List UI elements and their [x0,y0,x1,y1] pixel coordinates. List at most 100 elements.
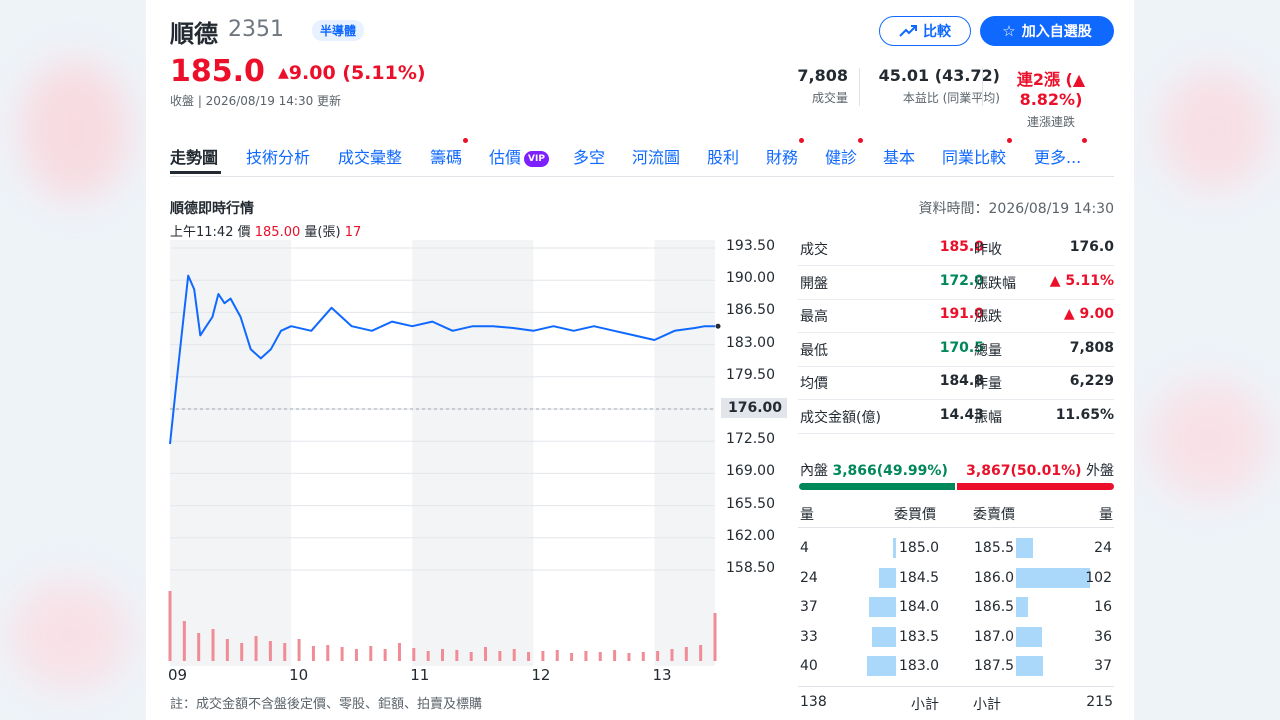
intraday-chart[interactable] [146,236,786,666]
ask-subtotal-qty: 215 [1086,694,1113,710]
volume-label: 成交量 [811,91,848,105]
divider [798,527,1114,528]
tab-health[interactable]: 健診 [825,138,864,168]
y-tick-label: 165.50 [726,495,775,512]
background-blob [1160,70,1270,190]
quote-value: 176.0 [1069,239,1114,255]
stock-code: 2351 [228,17,284,42]
tab-trade-summary[interactable]: 成交彙整 [338,144,402,168]
divider [859,68,860,106]
bid-depth-bar [872,626,896,647]
tab-label: 基本 [883,148,916,167]
bid-subtotal-qty: 138 [800,694,827,710]
background-blob [10,580,130,690]
sector-tag[interactable]: 半導體 [312,20,365,41]
divider [798,686,1114,687]
volume-bar [455,650,459,661]
tab-valuation[interactable]: 估價 VIP [489,144,549,168]
ask-price: 186.5 [974,599,1015,615]
tab-label: 估價 [489,148,522,167]
tab-long-short[interactable]: 多空 [573,144,605,168]
footnote: 註：成交金額不含盤後定價、零股、鉅額、拍賣及標購 [170,697,483,712]
tab-river-chart[interactable]: 河流圖 [632,144,680,168]
volume-bar [512,649,516,661]
quote-value: ▲ 9.00 [1063,306,1114,323]
volume-bar [211,629,215,661]
outer-volume-bar [957,483,1114,490]
outer-label: 外盤 [1086,463,1114,479]
bid-qty: 4 [800,540,809,556]
quote-label: 成交 [800,242,828,258]
tab-bar: 走勢圖 技術分析 成交彙整 籌碼 估價 VIP 多空 河流圖 股利 財務 健診 基… [170,138,1114,177]
x-tick-label: 12 [531,666,551,684]
order-book-row: 4 185.0 185.5 24 [798,538,1114,560]
last-price-dot [715,323,721,329]
bid-qty: 40 [800,658,818,674]
tab-peer-compare[interactable]: 同業比較 [942,138,1013,168]
ask-price-header: 委賣價 [973,507,1015,523]
quote-label: 漲跌 [974,309,1002,326]
ask-qty-header: 量 [1099,507,1113,523]
bid-price: 183.5 [899,628,940,645]
compare-label: 比較 [923,24,951,40]
section-title: 順德即時行情 [170,201,254,217]
hour-band [654,240,715,666]
quote-row: 最低 170.5 總量 7,808 [798,333,1114,367]
outer-volume: 3,867(50.01%) 外盤 [966,460,1114,480]
y-tick-label: 190.00 [726,270,775,287]
quote-label: 昨量 [974,376,1002,393]
tab-label: 同業比較 [942,148,1007,167]
streak-stat: 連2漲 (▲ 8.82%) 連漲連跌 [988,66,1114,130]
quote-row: 均價 184.8 昨量 6,229 [798,366,1114,401]
tab-chips[interactable]: 籌碼 [430,138,469,168]
volume-bar [197,633,201,661]
volume-bar [613,650,617,661]
order-book-row: 33 183.5 187.0 36 [798,626,1114,649]
star-icon: ☆ [1002,22,1016,40]
volume-bar [297,639,301,661]
tab-label: 財務 [766,148,799,167]
volume-bar [168,591,172,661]
notification-dot [1007,138,1013,143]
quote-value: 7,808 [1069,339,1114,356]
tab-financials[interactable]: 財務 [766,138,805,168]
volume-bar [469,652,473,661]
tab-label: 走勢圖 [170,148,219,167]
bid-price: 185.0 [899,540,940,556]
order-book-row: 40 183.0 187.5 37 [798,656,1114,678]
y-tick-label: 169.00 [726,463,775,480]
bid-price: 183.0 [899,658,940,674]
y-tick-label: 193.50 [726,238,775,254]
current-price: 185.0 [170,54,265,89]
quote-row: 成交 185.0 昨收 176.0 [798,232,1114,266]
bid-price: 184.5 [899,569,940,586]
ask-depth-bar [1016,626,1043,647]
add-watchlist-button[interactable]: ☆ 加入自選股 [980,16,1114,46]
tab-basic[interactable]: 基本 [883,144,915,168]
volume-bar [670,649,674,661]
compare-icon [899,25,917,37]
quote-row: 成交金額(億) 14.43 振幅 11.65% [798,400,1114,434]
inner-volume-bar [799,483,956,490]
hour-band [170,240,292,666]
tab-technical[interactable]: 技術分析 [246,144,310,168]
divider [982,68,983,106]
tab-more[interactable]: 更多... [1034,138,1088,168]
tab-label: 健診 [825,148,858,167]
volume-bar [627,653,631,661]
compare-button[interactable]: 比較 [879,16,971,46]
tab-dividend[interactable]: 股利 [707,144,739,168]
background-blob [20,60,130,200]
hour-band [412,240,534,666]
y-tick-label: 162.00 [726,527,775,544]
volume-bar [383,649,387,661]
quote-label: 成交金額(億) [800,410,881,426]
price-change: ▲9.00 (5.11%) [278,62,426,84]
reference-price-label: 176.00 [721,398,788,418]
quote-label: 最低 [800,342,828,359]
tab-trend[interactable]: 走勢圖 [170,144,218,168]
volume-bar [699,645,703,661]
volume-value: 7,808 [797,66,848,85]
volume-bar [584,651,588,661]
volume-bar [182,621,186,661]
